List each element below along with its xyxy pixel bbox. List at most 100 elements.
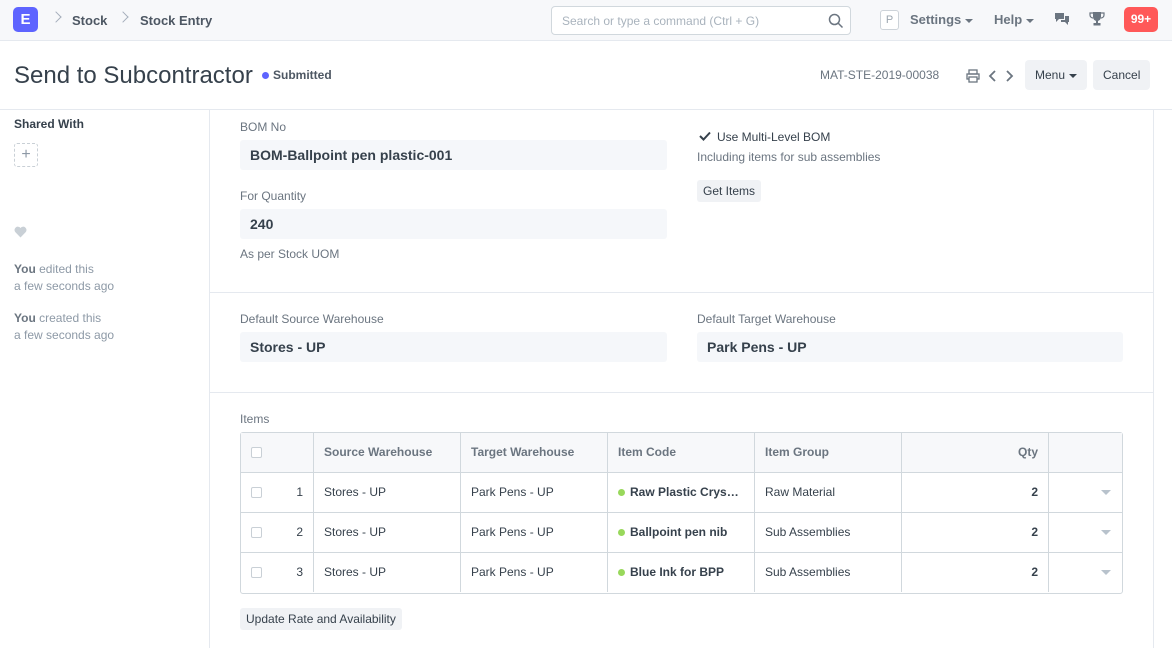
- for-quantity-help: As per Stock UOM: [240, 247, 340, 261]
- for-quantity-label: For Quantity: [240, 189, 307, 203]
- item-code-cell[interactable]: Blue Ink for BPP: [608, 553, 755, 592]
- get-items-button[interactable]: Get Items: [697, 180, 762, 202]
- chevron-left-icon[interactable]: [986, 69, 1000, 83]
- status-dot: [618, 569, 625, 577]
- caret-down-icon: [965, 18, 974, 23]
- print-icon[interactable]: [966, 69, 980, 83]
- target-warehouse-field[interactable]: Park Pens - UP: [697, 332, 1123, 362]
- source-warehouse-cell[interactable]: Stores - UP: [314, 553, 461, 592]
- item-code-text: Blue Ink for BPP: [630, 565, 725, 579]
- activity-user[interactable]: You: [14, 262, 36, 276]
- qty-cell[interactable]: 2: [902, 513, 1049, 552]
- row-index: 2: [296, 525, 303, 539]
- search-input[interactable]: Search or type a command (Ctrl + G): [551, 6, 851, 35]
- item-code-cell[interactable]: Raw Plastic Crys…: [608, 473, 755, 512]
- table-header-row: Source Warehouse Target Warehouse Item C…: [241, 433, 1122, 473]
- item-code-cell[interactable]: Ballpoint pen nib: [608, 513, 755, 552]
- status-indicator-dot: [262, 72, 269, 79]
- trophy-icon[interactable]: [1089, 11, 1105, 27]
- caret-down-icon: [1026, 18, 1035, 23]
- menu-label: Menu: [1035, 68, 1066, 82]
- item-group-cell[interactable]: Raw Material: [755, 473, 902, 512]
- row-expand-icon[interactable]: [1101, 570, 1111, 575]
- cancel-button[interactable]: Cancel: [1093, 60, 1151, 90]
- target-warehouse-cell[interactable]: Park Pens - UP: [461, 473, 608, 512]
- source-warehouse-cell[interactable]: Stores - UP: [314, 473, 461, 512]
- heart-icon[interactable]: [14, 226, 27, 238]
- section-divider: [210, 292, 1154, 293]
- source-warehouse-cell[interactable]: Stores - UP: [314, 513, 461, 552]
- items-table: Source Warehouse Target Warehouse Item C…: [240, 432, 1123, 594]
- items-label: Items: [240, 412, 270, 426]
- column-header: Item Code: [608, 433, 755, 472]
- status-dot: [618, 489, 625, 497]
- page-title: Send to Subcontractor: [14, 62, 253, 89]
- activity-item: You created this a few seconds ago: [14, 310, 114, 344]
- breadcrumb-stock[interactable]: Stock: [72, 13, 107, 28]
- chevron-right-icon[interactable]: [1002, 69, 1016, 83]
- table-row[interactable]: 1 Stores - UP Park Pens - UP Raw Plastic…: [241, 473, 1122, 513]
- menu-button[interactable]: Menu: [1025, 60, 1088, 90]
- settings-dropdown[interactable]: Settings: [910, 12, 974, 27]
- form-sidebar: Shared With + You edited this a few seco…: [0, 110, 210, 648]
- item-group-cell[interactable]: Sub Assemblies: [755, 513, 902, 552]
- multi-level-bom-label[interactable]: Use Multi-Level BOM: [717, 130, 830, 144]
- user-avatar[interactable]: P: [880, 10, 899, 30]
- qty-cell[interactable]: 2: [902, 473, 1049, 512]
- page-head: Send to Subcontractor Submitted MAT-STE-…: [0, 41, 1172, 110]
- status-dot: [618, 529, 625, 537]
- for-quantity-field[interactable]: 240: [240, 209, 667, 239]
- activity-time: a few seconds ago: [14, 279, 115, 293]
- status-badge: Submitted: [273, 68, 332, 82]
- target-warehouse-label: Default Target Warehouse: [697, 312, 836, 326]
- bom-no-label: BOM No: [240, 120, 287, 134]
- row-index: 1: [296, 485, 303, 499]
- chevron-right-icon: [117, 11, 129, 23]
- row-expand-icon[interactable]: [1101, 530, 1111, 535]
- activity-user[interactable]: You: [14, 311, 36, 325]
- activity-action: created this: [39, 311, 102, 325]
- target-warehouse-cell[interactable]: Park Pens - UP: [461, 513, 608, 552]
- table-row[interactable]: 3 Stores - UP Park Pens - UP Blue Ink fo…: [241, 553, 1122, 593]
- shared-with-label: Shared With: [14, 117, 84, 131]
- row-expand-icon[interactable]: [1101, 490, 1111, 495]
- update-rate-button[interactable]: Update Rate and Availability: [240, 608, 402, 630]
- help-dropdown[interactable]: Help: [994, 12, 1035, 27]
- column-header: Source Warehouse: [314, 433, 461, 472]
- chat-icon[interactable]: [1054, 11, 1070, 27]
- item-group-cell[interactable]: Sub Assemblies: [755, 553, 902, 592]
- row-checkbox[interactable]: [251, 567, 262, 578]
- activity-time: a few seconds ago: [14, 328, 115, 342]
- target-warehouse-cell[interactable]: Park Pens - UP: [461, 553, 608, 592]
- row-select-cell: 2: [241, 513, 314, 552]
- plus-icon[interactable]: +: [14, 143, 38, 167]
- row-index: 3: [296, 565, 303, 579]
- notifications-badge[interactable]: 99+: [1124, 7, 1158, 32]
- app-logo[interactable]: E: [13, 7, 38, 32]
- activity-item: You edited this a few seconds ago: [14, 261, 114, 295]
- settings-label: Settings: [910, 12, 962, 27]
- breadcrumb-stock-entry[interactable]: Stock Entry: [140, 13, 212, 28]
- source-warehouse-field[interactable]: Stores - UP: [240, 332, 667, 362]
- navbar: E Stock Stock Entry Search or type a com…: [0, 0, 1172, 41]
- form-main: BOM No BOM-Ballpoint pen plastic-001 For…: [210, 110, 1154, 648]
- chevron-right-icon: [50, 11, 62, 23]
- column-header: Target Warehouse: [461, 433, 608, 472]
- qty-cell[interactable]: 2: [902, 553, 1049, 592]
- row-select-cell: 1: [241, 473, 314, 512]
- column-header: Item Group: [755, 433, 902, 472]
- row-checkbox[interactable]: [251, 487, 262, 498]
- help-label: Help: [994, 12, 1023, 27]
- search-icon: [828, 13, 844, 29]
- multi-level-bom-help: Including items for sub assemblies: [697, 150, 881, 164]
- item-code-text: Ballpoint pen nib: [630, 525, 728, 539]
- select-all-checkbox[interactable]: [251, 447, 262, 458]
- check-icon[interactable]: [699, 130, 711, 142]
- activity-action: edited this: [39, 262, 94, 276]
- item-code-text: Raw Plastic Crys…: [630, 485, 739, 499]
- table-row[interactable]: 2 Stores - UP Park Pens - UP Ballpoint p…: [241, 513, 1122, 553]
- search-placeholder: Search or type a command (Ctrl + G): [562, 14, 760, 28]
- caret-down-icon: [1069, 73, 1078, 78]
- bom-no-field[interactable]: BOM-Ballpoint pen plastic-001: [240, 140, 667, 170]
- row-checkbox[interactable]: [251, 527, 262, 538]
